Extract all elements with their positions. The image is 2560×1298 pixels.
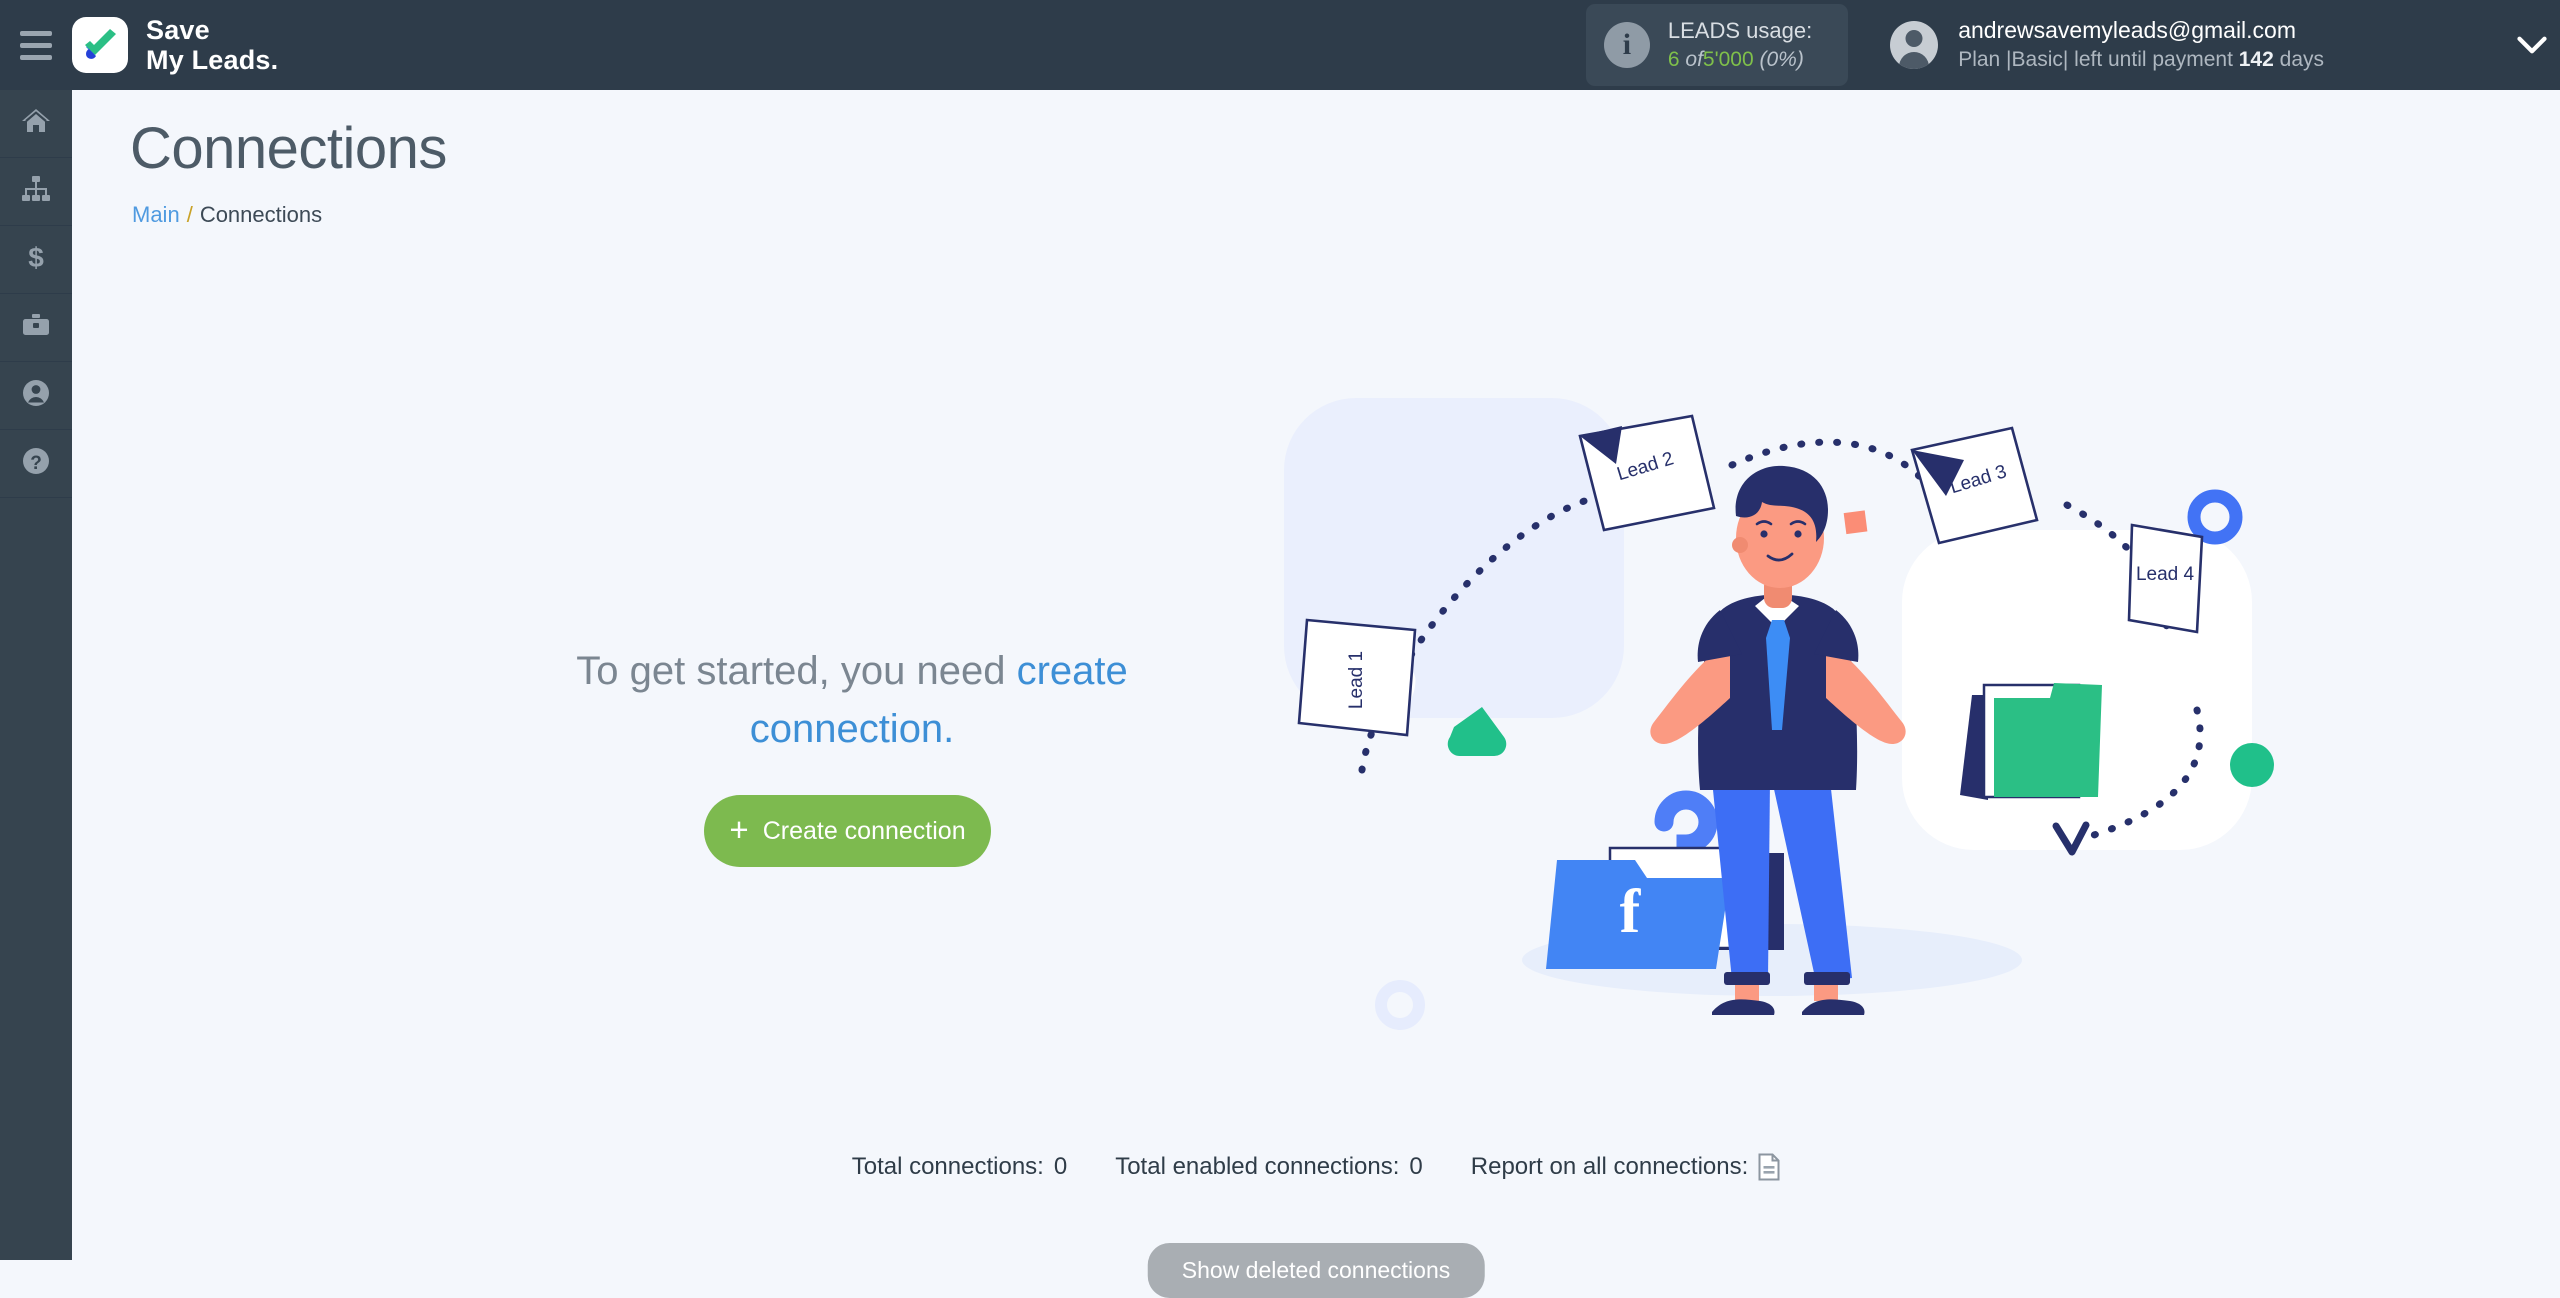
usage-title: LEADS usage: bbox=[1667, 17, 1813, 43]
briefcase-icon bbox=[20, 309, 52, 346]
decoration-ring bbox=[1375, 980, 1425, 1030]
report-on-all-connections[interactable]: Report on all connections: bbox=[1471, 1153, 1781, 1181]
hamburger-bar bbox=[20, 30, 52, 36]
onboarding-illustration: f Lead 1 Lead 2 Lead 3 Lead 4 bbox=[1212, 340, 2292, 1060]
total-enabled-connections-stat: Total enabled connections: 0 bbox=[1115, 1153, 1423, 1181]
usage-of: of bbox=[1685, 47, 1703, 71]
dollar-icon: $ bbox=[20, 241, 52, 278]
user-icon bbox=[20, 377, 52, 414]
brand-logo[interactable]: Save My Leads. bbox=[72, 15, 278, 75]
sidebar-item-connections[interactable] bbox=[0, 158, 72, 226]
create-connection-button[interactable]: + Create connection bbox=[704, 795, 991, 867]
usage-percent: (0%) bbox=[1759, 47, 1804, 71]
leads-usage-pill[interactable]: i LEADS usage: 6 of5'000 (0%) bbox=[1585, 3, 1849, 87]
decoration-dot bbox=[2230, 743, 2274, 787]
account-menu[interactable]: andrewsavemyleads@gmail.com Plan |Basic|… bbox=[1890, 15, 2334, 75]
page-title: Connections bbox=[130, 116, 447, 181]
sitemap-icon bbox=[20, 173, 52, 210]
sidebar-item-home[interactable] bbox=[0, 90, 72, 158]
total-connections-stat: Total connections: 0 bbox=[852, 1153, 1067, 1181]
report-label: Report on all connections: bbox=[1470, 1153, 1749, 1180]
top-header: Save My Leads. i LEADS usage: 6 of5'000 … bbox=[0, 0, 2560, 90]
show-deleted-connections-button[interactable]: Show deleted connections bbox=[1147, 1243, 1485, 1298]
brand-line-1: Save bbox=[146, 14, 210, 45]
hamburger-bar bbox=[20, 54, 52, 60]
home-icon bbox=[20, 105, 52, 142]
hamburger-bar bbox=[20, 42, 52, 48]
main-content: Connections Main / Connections To get star… bbox=[72, 90, 2560, 1298]
connection-stats: Total connections: 0 Total enabled conne… bbox=[72, 1153, 2560, 1181]
decoration-donut bbox=[2187, 489, 2243, 545]
account-email: andrewsavemyleads@gmail.com bbox=[1958, 17, 2296, 44]
breadcrumb: Main / Connections bbox=[132, 202, 322, 228]
document-report-icon[interactable] bbox=[1758, 1153, 1780, 1181]
decoration-chip bbox=[1843, 510, 1868, 535]
left-sidebar: $ ? bbox=[0, 90, 72, 1260]
create-connection-label: Create connection bbox=[762, 816, 966, 845]
usage-value: 6 of5'000 (0%) bbox=[1668, 46, 1812, 74]
lead-card-3: Lead 3 bbox=[1910, 426, 2039, 545]
total-connections-label: Total connections: bbox=[851, 1153, 1044, 1180]
lead-card-2: Lead 2 bbox=[1578, 414, 1716, 532]
empty-state-message: To get started, you need create connecti… bbox=[552, 642, 1152, 758]
brand-name: Save My Leads. bbox=[146, 15, 278, 75]
total-enabled-value: 0 bbox=[1409, 1153, 1423, 1180]
brand-line-2: My Leads. bbox=[146, 45, 279, 75]
plan-prefix: Plan |Basic| left until payment bbox=[1958, 48, 2233, 72]
usage-used: 6 bbox=[1667, 47, 1680, 71]
savemyleads-logo-icon bbox=[72, 17, 128, 73]
sidebar-item-profile[interactable] bbox=[0, 362, 72, 430]
svg-text:?: ? bbox=[30, 453, 42, 474]
svg-text:f: f bbox=[1620, 878, 1642, 946]
chevron-down-icon[interactable] bbox=[2504, 0, 2560, 90]
hamburger-menu-icon[interactable] bbox=[0, 0, 72, 90]
usage-text: LEADS usage: 6 of5'000 (0%) bbox=[1668, 16, 1812, 74]
sidebar-item-payments[interactable]: $ bbox=[0, 226, 72, 294]
sidebar-item-services[interactable] bbox=[0, 294, 72, 362]
plan-days-suffix: days bbox=[2279, 48, 2324, 72]
question-circle-icon: ? bbox=[20, 445, 52, 482]
usage-total: 5'000 bbox=[1702, 47, 1754, 71]
info-icon: i bbox=[1603, 22, 1650, 68]
total-enabled-label: Total enabled connections: bbox=[1115, 1153, 1400, 1180]
lead-card-4: Lead 4 bbox=[2127, 523, 2204, 634]
sidebar-item-help[interactable]: ? bbox=[0, 430, 72, 498]
breadcrumb-main-link[interactable]: Main bbox=[132, 202, 180, 227]
account-plan: Plan |Basic| left until payment 142 days bbox=[1958, 46, 2324, 75]
breadcrumb-separator: / bbox=[186, 202, 193, 227]
lead-card-1: Lead 1 bbox=[1297, 618, 1417, 737]
plan-days: 142 bbox=[2238, 48, 2274, 72]
breadcrumb-current: Connections bbox=[199, 202, 323, 227]
plus-icon: + bbox=[729, 811, 749, 848]
green-folder-icon bbox=[1960, 683, 2102, 800]
svg-text:Lead 1: Lead 1 bbox=[1346, 651, 1367, 709]
account-text: andrewsavemyleads@gmail.com Plan |Basic|… bbox=[1958, 15, 2324, 75]
user-avatar-icon bbox=[1890, 21, 1939, 69]
svg-text:$: $ bbox=[28, 242, 44, 273]
empty-state-text: To get started, you need bbox=[576, 649, 1017, 693]
total-connections-value: 0 bbox=[1053, 1153, 1068, 1180]
svg-text:Lead 4: Lead 4 bbox=[2136, 564, 2195, 585]
